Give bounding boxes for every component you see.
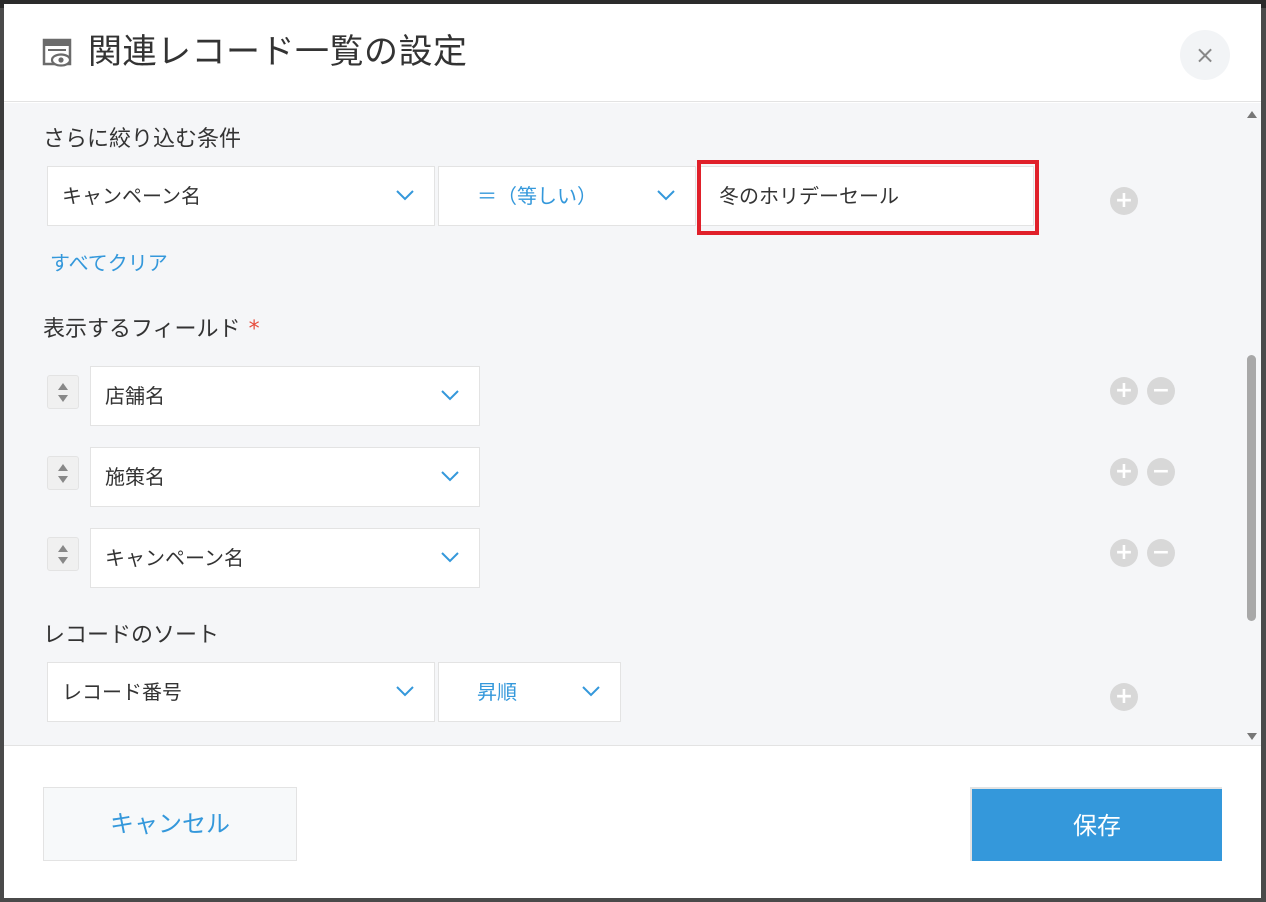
filter-field-value: キャンペーン名	[62, 184, 201, 208]
dialog-footer: キャンセル 保存	[4, 747, 1261, 898]
scroll-up-arrow-icon[interactable]	[1247, 111, 1257, 118]
filter-section-label: さらに絞り込む条件	[43, 127, 242, 152]
plus-icon: +	[1114, 188, 1134, 213]
chevron-down-icon	[441, 390, 459, 401]
scroll-thumb[interactable]	[1247, 355, 1256, 621]
arrow-down-icon	[58, 557, 68, 564]
add-field-button[interactable]: +	[1110, 458, 1138, 486]
display-field-select[interactable]: キャンペーン名	[90, 528, 480, 588]
sort-order-value: 昇順	[477, 680, 517, 704]
scroll-down-arrow-icon[interactable]	[1247, 733, 1257, 740]
reorder-handle[interactable]	[47, 456, 79, 490]
sort-section-label: レコードのソート	[43, 623, 220, 648]
arrow-up-icon	[58, 464, 68, 471]
related-records-settings-dialog: 関連レコード一覧の設定 × さらに絞り込む条件 キャンペーン名 ＝（等しい） 冬…	[4, 4, 1261, 898]
add-sort-button[interactable]: +	[1110, 683, 1138, 711]
display-field-value: 店舗名	[105, 384, 165, 408]
dialog-header: 関連レコード一覧の設定 ×	[4, 4, 1261, 102]
view-list-icon	[42, 38, 72, 67]
filter-operator-value: ＝（等しい）	[477, 184, 597, 208]
arrow-up-icon	[58, 383, 68, 390]
display-fields-label-text: 表示するフィールド	[43, 317, 241, 342]
chevron-down-icon	[441, 552, 459, 563]
sort-field-select[interactable]: レコード番号	[47, 662, 435, 722]
minus-icon: −	[1151, 459, 1171, 484]
arrow-down-icon	[58, 476, 68, 483]
dialog-title: 関連レコード一覧の設定	[88, 32, 468, 72]
display-field-value: 施策名	[105, 465, 165, 489]
highlight-box	[697, 160, 1039, 235]
chevron-down-icon	[396, 686, 414, 697]
filter-field-select[interactable]: キャンペーン名	[47, 166, 435, 226]
cancel-button[interactable]: キャンセル	[43, 787, 297, 861]
plus-icon: +	[1114, 540, 1134, 565]
display-fields-section-label: 表示するフィールド *	[43, 311, 260, 343]
display-field-select[interactable]: 施策名	[90, 447, 480, 507]
chevron-down-icon	[396, 190, 414, 201]
filter-operator-select[interactable]: ＝（等しい）	[438, 166, 696, 226]
arrow-up-icon	[58, 545, 68, 552]
remove-field-button[interactable]: −	[1147, 377, 1175, 405]
chevron-down-icon	[582, 686, 600, 697]
display-field-select[interactable]: 店舗名	[90, 366, 480, 426]
reorder-handle[interactable]	[47, 537, 79, 571]
sort-order-select[interactable]: 昇順	[438, 662, 621, 722]
close-icon: ×	[1194, 41, 1216, 69]
dialog-body: さらに絞り込む条件 キャンペーン名 ＝（等しい） 冬のホリデーセール + すべて…	[4, 103, 1261, 746]
chevron-down-icon	[441, 471, 459, 482]
plus-icon: +	[1114, 378, 1134, 403]
close-button[interactable]: ×	[1180, 30, 1230, 80]
save-button[interactable]: 保存	[970, 787, 1222, 861]
add-field-button[interactable]: +	[1110, 377, 1138, 405]
arrow-down-icon	[58, 395, 68, 402]
sort-field-value: レコード番号	[62, 680, 182, 704]
remove-field-button[interactable]: −	[1147, 539, 1175, 567]
plus-icon: +	[1114, 459, 1134, 484]
display-field-value: キャンペーン名	[105, 546, 244, 570]
plus-icon: +	[1114, 684, 1134, 709]
minus-icon: −	[1151, 540, 1171, 565]
reorder-handle[interactable]	[47, 375, 79, 409]
remove-field-button[interactable]: −	[1147, 458, 1175, 486]
scrollbar[interactable]	[1243, 103, 1261, 745]
chevron-down-icon	[657, 190, 675, 201]
minus-icon: −	[1151, 378, 1171, 403]
add-filter-button[interactable]: +	[1110, 187, 1138, 215]
clear-all-link[interactable]: すべてクリア	[50, 247, 168, 276]
add-field-button[interactable]: +	[1110, 539, 1138, 567]
required-mark: *	[248, 317, 260, 342]
